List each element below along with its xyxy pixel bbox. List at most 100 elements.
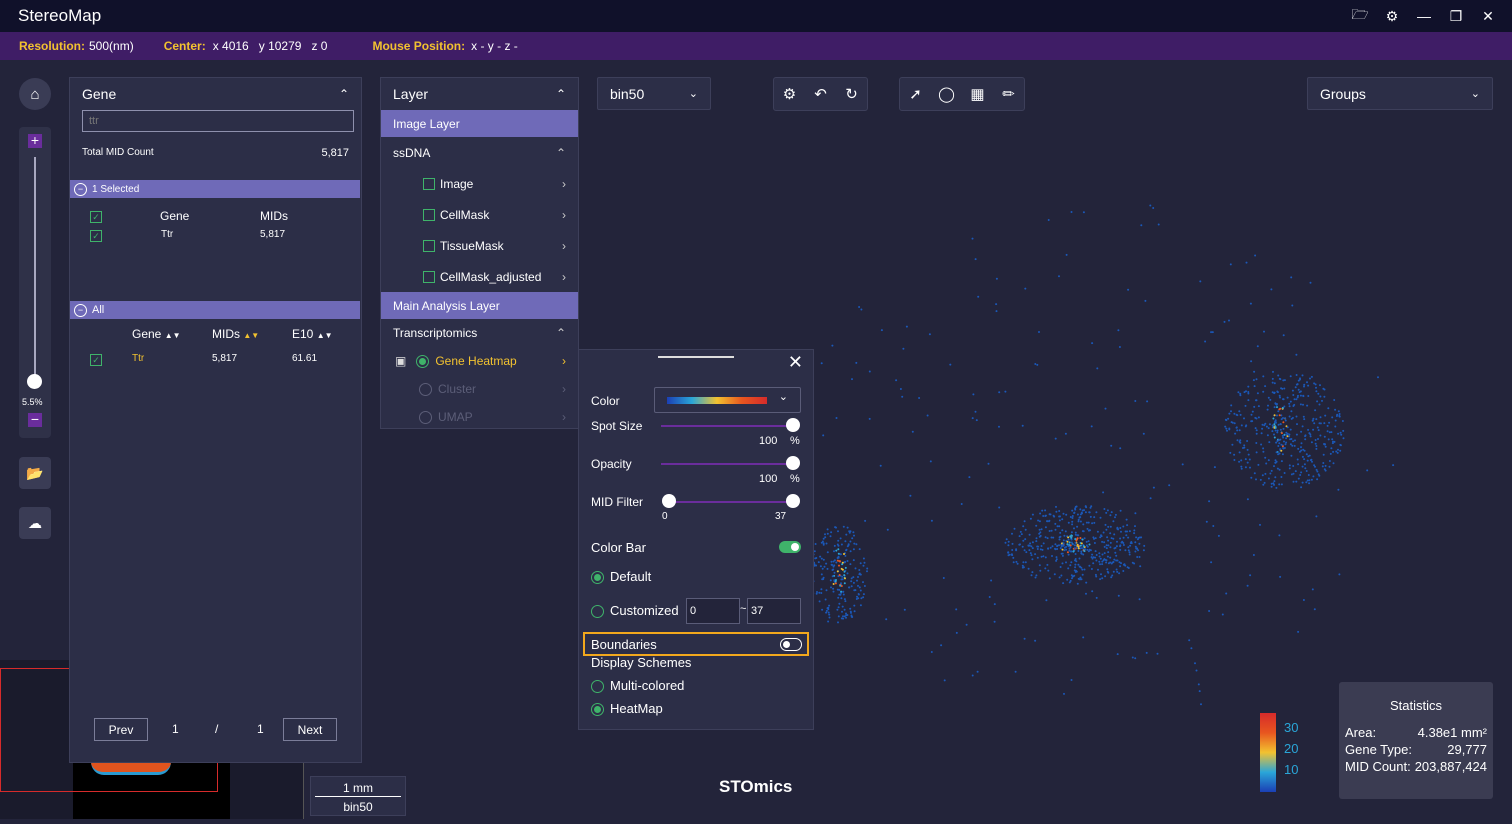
customized-radio[interactable] — [591, 605, 604, 619]
zoom-handle[interactable] — [27, 374, 42, 389]
close-icon[interactable]: ✕ — [1478, 6, 1498, 26]
prev-button[interactable]: Prev — [94, 718, 148, 741]
ruler-icon[interactable]: ✏ — [993, 78, 1024, 110]
tissue-spot — [1012, 556, 1015, 559]
default-radio[interactable] — [591, 571, 604, 585]
visibility-checkbox[interactable] — [423, 177, 435, 190]
heatmap-option[interactable]: HeatMap — [591, 701, 663, 717]
mid-filter-min-handle[interactable] — [662, 494, 676, 508]
select-all-checkbox[interactable]: ✓ — [90, 211, 102, 223]
tissue-spot — [1065, 561, 1067, 564]
tissue-spot — [839, 553, 842, 556]
visibility-checkbox[interactable] — [423, 208, 435, 221]
redo-icon[interactable]: ↻ — [836, 78, 867, 110]
rectangle-select-icon[interactable]: ▦ — [962, 78, 993, 110]
spot-size-track[interactable] — [661, 425, 793, 427]
chevron-right-icon[interactable]: › — [562, 270, 566, 284]
all-header-gene[interactable]: Gene ▲▼ — [132, 327, 181, 341]
layer-item-cellmask[interactable]: CellMask › — [381, 199, 578, 230]
restore-icon[interactable]: ❐ — [1446, 6, 1466, 26]
layer-panel-header[interactable]: Layer ⌃ — [381, 78, 578, 110]
boundaries-toggle[interactable] — [780, 638, 802, 651]
tissue-spot — [835, 549, 838, 552]
all-band[interactable]: − All — [70, 301, 360, 319]
center-z: z 0 — [311, 39, 328, 53]
heatmap-scheme-radio[interactable] — [591, 703, 604, 717]
mid-filter-max-handle[interactable] — [786, 494, 800, 508]
row-checkbox[interactable]: ✓ — [90, 230, 102, 242]
chevron-right-icon[interactable]: › — [562, 177, 566, 191]
settings-icon[interactable]: ⚙ — [1382, 6, 1402, 26]
custom-max-input[interactable]: 37 — [747, 598, 801, 624]
visibility-checkbox[interactable] — [423, 270, 435, 283]
visibility-checkbox[interactable] — [423, 239, 435, 252]
zoom-out-button[interactable]: − — [28, 412, 42, 427]
tissue-spot — [1273, 480, 1276, 483]
multi-colored-radio[interactable] — [591, 680, 604, 694]
multi-colored-option[interactable]: Multi-colored — [591, 678, 684, 694]
all-header-e10[interactable]: E10 ▲▼ — [292, 327, 333, 341]
sort-icon[interactable]: ▲▼ — [165, 331, 181, 340]
tissue-spot — [1058, 576, 1061, 579]
home-button[interactable]: ⌂ — [19, 78, 51, 110]
open-file-button[interactable]: 📂 — [19, 457, 51, 489]
customized-option[interactable]: Customized — [591, 603, 679, 619]
selected-band[interactable]: − 1 Selected — [70, 180, 360, 198]
undo-icon[interactable]: ↶ — [805, 78, 836, 110]
collapse-minus-icon[interactable]: − — [74, 182, 87, 196]
layer-settings-icon[interactable]: ▣ — [395, 354, 406, 368]
layer-item-cellmask-adjusted[interactable]: CellMask_adjusted › — [381, 261, 578, 292]
chevron-right-icon[interactable]: › — [562, 208, 566, 222]
collapse-icon[interactable]: ⌃ — [556, 146, 566, 160]
lasso-icon[interactable]: ◯ — [931, 78, 962, 110]
zoom-slider[interactable]: + 5.5% − — [19, 127, 51, 438]
ssdna-group[interactable]: ssDNA ⌃ — [381, 137, 578, 168]
collapse-minus-icon[interactable]: − — [74, 303, 87, 317]
layer-item-tissuemask[interactable]: TissueMask › — [381, 230, 578, 261]
tissue-spot — [1091, 553, 1094, 556]
drag-handle[interactable] — [658, 356, 734, 358]
groups-select[interactable]: Groups ⌄ — [1307, 77, 1493, 110]
main-analysis-layer-header[interactable]: Main Analysis Layer — [381, 292, 578, 319]
tissue-spot — [1247, 385, 1250, 388]
gene-panel-header[interactable]: Gene ⌃ — [70, 78, 361, 110]
spot-size-handle[interactable] — [786, 418, 800, 432]
gene-search-input[interactable] — [82, 110, 354, 132]
collapse-icon[interactable]: ⌃ — [339, 87, 349, 101]
sort-icon[interactable]: ▲▼ — [317, 331, 333, 340]
tissue-spot — [1097, 568, 1099, 571]
export-button[interactable]: ☁ — [19, 507, 51, 539]
layer-item-image[interactable]: Image › — [381, 168, 578, 199]
gear-icon[interactable]: ⚙ — [774, 78, 805, 110]
layer-item-gene-heatmap[interactable]: ▣ Gene Heatmap › — [381, 347, 578, 375]
chevron-right-icon[interactable]: › — [562, 354, 566, 368]
bin-select[interactable]: bin50 ⌄ — [597, 77, 711, 110]
tissue-spot — [1048, 577, 1051, 580]
chevron-right-icon[interactable]: › — [562, 239, 566, 253]
mid-filter-track[interactable] — [669, 501, 793, 503]
collapse-icon[interactable]: ⌃ — [556, 87, 566, 101]
image-layer-header[interactable]: Image Layer — [381, 110, 578, 137]
minimize-icon[interactable]: — — [1414, 6, 1434, 26]
opacity-handle[interactable] — [786, 456, 800, 470]
color-scheme-select[interactable]: ⌄ — [654, 387, 801, 413]
transcriptomics-group[interactable]: Transcriptomics ⌃ — [381, 319, 578, 347]
heatmap-radio[interactable] — [416, 354, 430, 368]
custom-min-input[interactable]: 0 — [686, 598, 740, 624]
collapse-icon[interactable]: ⌃ — [556, 326, 566, 340]
tissue-spot — [1106, 536, 1109, 539]
all-header-mids[interactable]: MIDs ▲▼ — [212, 327, 259, 341]
color-bar-toggle[interactable] — [779, 541, 801, 553]
close-icon[interactable]: ✕ — [788, 352, 803, 373]
next-button[interactable]: Next — [283, 718, 337, 741]
zoom-in-button[interactable]: + — [28, 133, 42, 148]
open-folder-icon[interactable]: 🗁 — [1350, 6, 1370, 26]
tissue-spot — [1072, 543, 1074, 546]
all-row-gene[interactable]: Ttr — [132, 353, 144, 364]
pointer-icon[interactable]: ➚ — [900, 78, 931, 110]
row-checkbox[interactable]: ✓ — [90, 354, 102, 366]
default-option[interactable]: Default — [591, 569, 651, 585]
opacity-track[interactable] — [661, 463, 793, 465]
sort-icon[interactable]: ▲▼ — [243, 331, 259, 340]
tissue-spot — [842, 525, 845, 528]
